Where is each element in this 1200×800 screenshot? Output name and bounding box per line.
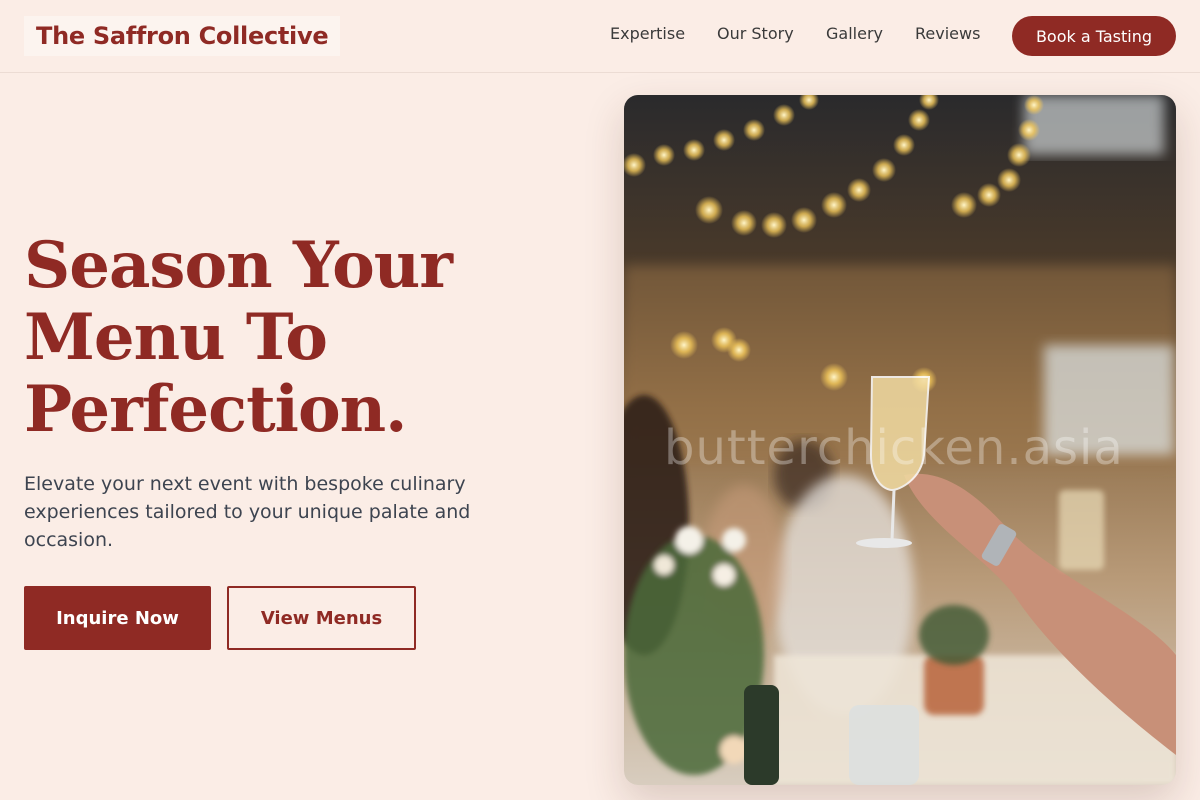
hero-photo: butterchicken.asia <box>624 95 1176 785</box>
brand-logo[interactable]: The Saffron Collective <box>24 16 341 56</box>
view-menus-button[interactable]: View Menus <box>227 586 416 650</box>
nav-link-reviews[interactable]: Reviews <box>915 24 980 43</box>
hero-title: Season Your Menu To Perfection. <box>24 230 544 446</box>
site-header: The Saffron Collective Expertise Our Sto… <box>0 0 1200 73</box>
nav-link-expertise[interactable]: Expertise <box>610 24 685 43</box>
hero-title-line: Season Your <box>24 228 453 303</box>
nav-link-our-story[interactable]: Our Story <box>717 24 794 43</box>
hero-title-line: Perfection. <box>24 372 407 447</box>
hero-title-line: Menu To <box>24 300 328 375</box>
inquire-now-button[interactable]: Inquire Now <box>24 586 211 650</box>
nav-link-gallery[interactable]: Gallery <box>826 24 883 43</box>
hero-subtitle: Elevate your next event with bespoke cul… <box>24 473 471 551</box>
book-tasting-button[interactable]: Book a Tasting <box>1012 16 1176 56</box>
image-watermark: butterchicken.asia <box>664 420 1124 476</box>
